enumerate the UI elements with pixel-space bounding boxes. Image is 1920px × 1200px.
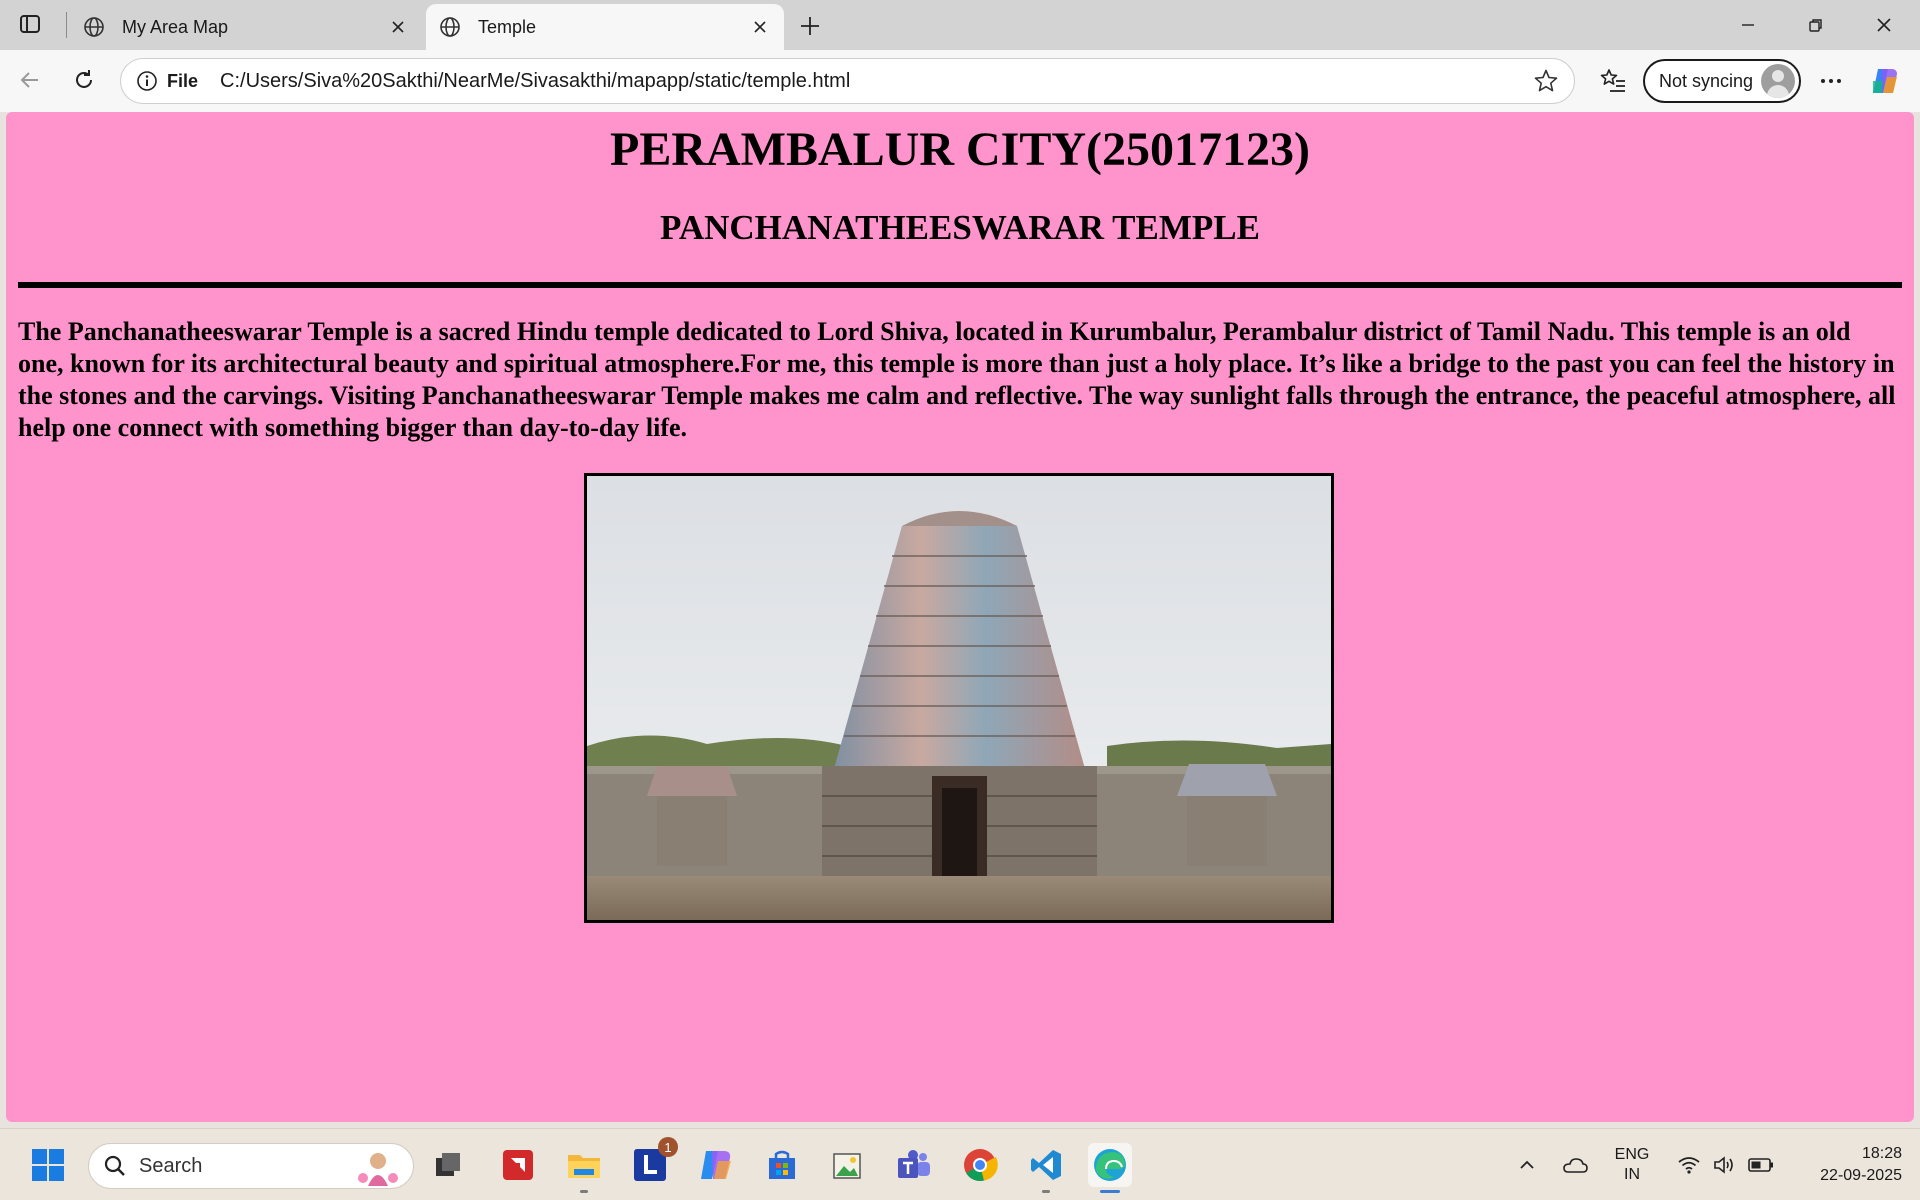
language-code: ENG [1614, 1146, 1650, 1163]
teams-button[interactable] [892, 1143, 936, 1187]
search-placeholder: Search [139, 1154, 203, 1177]
favorites-list-icon [1600, 69, 1625, 92]
favorites-button[interactable] [1596, 64, 1630, 98]
back-arrow-icon [20, 72, 38, 88]
battery-icon [1748, 1158, 1773, 1172]
copilot-icon [701, 1151, 731, 1179]
page-viewport: PERAMBALUR CITY(25017123) PANCHANATHEESW… [6, 112, 1914, 1122]
amd-software-icon [503, 1150, 533, 1180]
photo-editor-icon [833, 1153, 861, 1179]
tab-temple[interactable]: Temple [426, 4, 784, 50]
browser-toolbar: File C:/Users/Siva%20Sakthi/NearMe/Sivas… [0, 50, 1920, 112]
page-subtitle: PANCHANATHEESWARAR TEMPLE [660, 208, 1260, 247]
chevron-up-icon [1520, 1160, 1534, 1169]
tab-strip: My Area Map Temple [0, 0, 1920, 50]
site-info-icon[interactable] [135, 69, 159, 93]
horizontal-rule [18, 282, 1902, 288]
taskbar: Search 1 ENG IN 18:28 22-09-2025 [0, 1128, 1920, 1200]
address-bar[interactable]: File C:/Users/Siva%20Sakthi/NearMe/Sivas… [120, 58, 1575, 104]
amd-software-button[interactable] [496, 1143, 540, 1187]
notification-badge: 1 [658, 1137, 678, 1157]
onedrive-button[interactable] [1558, 1129, 1592, 1200]
temple-description: The Panchanatheeswarar Temple is a sacre… [18, 317, 1896, 442]
file-explorer-button[interactable] [562, 1143, 606, 1193]
tab-my-area-map[interactable]: My Area Map [70, 4, 422, 50]
more-dots-icon [1821, 79, 1841, 83]
vscode-button[interactable] [1024, 1143, 1068, 1193]
microsoft-store-icon [769, 1150, 795, 1179]
photo-editor-button[interactable] [826, 1143, 870, 1187]
back-button[interactable] [12, 62, 48, 98]
microsoft-store-button[interactable] [760, 1143, 804, 1187]
close-icon[interactable] [748, 15, 772, 39]
language-region: IN [1624, 1166, 1640, 1183]
edge-icon [1094, 1149, 1126, 1181]
wifi-button[interactable] [1672, 1129, 1706, 1200]
running-indicator [1042, 1190, 1050, 1193]
chrome-icon [964, 1149, 998, 1181]
globe-icon [82, 15, 106, 39]
plus-icon [801, 17, 819, 35]
running-indicator [1100, 1190, 1120, 1193]
task-view-icon [436, 1153, 460, 1176]
tab-separator [66, 12, 67, 38]
tab-actions-button[interactable] [10, 8, 50, 40]
minimize-icon [1742, 24, 1754, 26]
url-text[interactable]: C:/Users/Siva%20Sakthi/NearMe/Sivasakthi… [220, 70, 1526, 93]
more-menu-button[interactable] [1814, 64, 1848, 98]
chrome-button[interactable] [958, 1143, 1002, 1187]
avatar [1761, 64, 1795, 98]
minimize-button[interactable] [1724, 8, 1772, 42]
vscode-icon [1031, 1150, 1061, 1180]
wifi-icon [1678, 1157, 1700, 1174]
file-explorer-icon [568, 1155, 600, 1178]
restore-button[interactable] [1792, 8, 1840, 42]
task-view-button[interactable] [426, 1143, 470, 1187]
close-icon[interactable] [386, 15, 410, 39]
running-indicator [580, 1190, 588, 1193]
copilot-app-button[interactable] [694, 1143, 738, 1187]
start-icon [32, 1149, 64, 1181]
show-hidden-icons-button[interactable] [1512, 1129, 1542, 1200]
globe-icon [438, 15, 462, 39]
close-icon [1877, 18, 1891, 32]
refresh-button[interactable] [66, 62, 102, 98]
volume-icon [1714, 1156, 1733, 1174]
volume-button[interactable] [1708, 1129, 1742, 1200]
clock[interactable]: 18:28 22-09-2025 [1790, 1129, 1906, 1200]
new-tab-button[interactable] [794, 10, 826, 42]
page-title: PERAMBALUR CITY(25017123) [610, 123, 1310, 176]
battery-button[interactable] [1744, 1129, 1778, 1200]
l-app-button[interactable]: 1 [628, 1137, 678, 1187]
close-window-button[interactable] [1860, 8, 1908, 42]
tab-title: Temple [478, 16, 537, 37]
taskbar-search[interactable]: Search [88, 1143, 414, 1189]
copilot-button[interactable] [1868, 64, 1902, 98]
copilot-icon [1873, 69, 1897, 93]
teams-icon [898, 1150, 930, 1178]
start-button[interactable] [26, 1143, 70, 1187]
clock-time: 18:28 [1861, 1145, 1902, 1162]
restore-icon [1809, 19, 1822, 32]
tab-title: My Area Map [122, 16, 229, 37]
language-indicator[interactable]: ENG IN [1606, 1129, 1658, 1200]
cloud-icon [1563, 1158, 1588, 1173]
clock-date: 22-09-2025 [1820, 1167, 1902, 1184]
temple-photo [584, 473, 1334, 923]
edge-button[interactable] [1088, 1143, 1132, 1193]
refresh-icon [76, 70, 92, 88]
tab-actions-icon [20, 15, 40, 33]
scheme-label: File [167, 70, 199, 91]
search-highlight-icon [355, 1148, 401, 1186]
profile-sync-button[interactable]: Not syncing [1643, 59, 1801, 103]
sync-status-label: Not syncing [1659, 70, 1754, 91]
favorite-star-icon[interactable] [1526, 61, 1566, 101]
search-icon [104, 1155, 125, 1176]
